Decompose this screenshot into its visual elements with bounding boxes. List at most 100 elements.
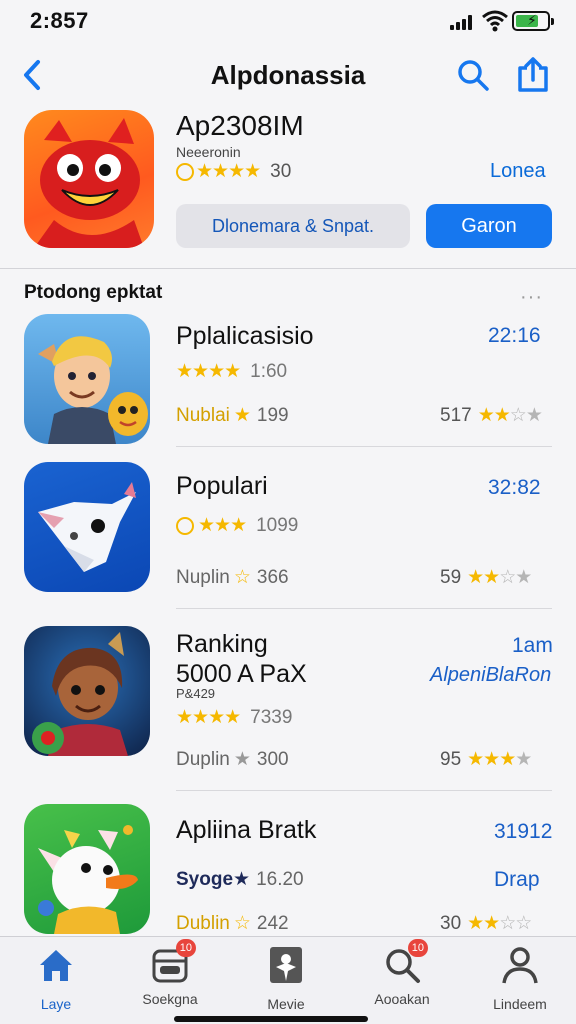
featured-app-icon[interactable] [24,110,154,248]
rating-stars: ★★★★ [196,161,261,182]
status-bar: 2:857 ⚡ [0,0,576,44]
app-time-4: 31912 [494,820,553,843]
app-rating-2: ★★★ 1099 [176,514,298,537]
side-stars-empty: ☆★ [509,405,543,426]
tab-movie[interactable]: Mevie [236,945,336,1012]
app-icon-3[interactable] [24,626,150,756]
app-time-2: 32:82 [488,476,541,499]
calendar-icon: 10 [150,939,196,985]
person-icon [502,947,538,984]
app-name-4[interactable]: Apliina Bratk [176,816,316,845]
tab-home[interactable]: Laye [6,945,106,1012]
side-value: 59 [440,566,462,588]
app-side-rating-2: 59 ★★☆★ [440,566,532,589]
tab-profile[interactable]: Lindeem [470,945,570,1012]
notification-badge: 10 [407,939,428,957]
side-value: 95 [440,748,462,770]
app-meta-top-4: Syoge ★ 16.20 [176,868,304,891]
row-divider [176,608,552,609]
app-icon-1[interactable] [24,314,150,444]
star-icon: ☆ [233,913,251,934]
rating-stars: ★★★★ [176,361,241,382]
wifi-icon [482,10,508,32]
side-stars-filled: ★★ [467,913,500,934]
app-link-3[interactable]: AlpeniBlaRon [430,664,551,687]
rating-count: 30 [270,160,292,182]
star-icon: ★ [233,869,251,890]
more-icon[interactable]: ··· [520,286,543,309]
cellular-signal-icon [450,14,476,30]
nav-bar: Alpdonassia [0,50,576,100]
app-extra-3: 5000 A PaX [176,660,307,688]
side-stars-filled: ★★ [477,405,511,426]
app-name-3[interactable]: Ranking [176,630,268,659]
get-button[interactable]: Garon [426,204,552,248]
star-icon: ★ [233,749,251,770]
rating-count: 7339 [250,706,293,728]
meta-label: Duplin [176,748,230,770]
home-indicator[interactable] [174,1016,368,1022]
meta-value: 300 [256,748,289,770]
meta-value: 16.20 [256,868,304,890]
tab-label: Mevie [267,996,305,1012]
app-side-rating-1: 517 ★★☆★ [440,404,543,427]
meta-value: 242 [256,912,289,934]
app-time-3: 1am [512,634,553,657]
featured-app-link[interactable]: Lonea [490,160,546,183]
tab-bar: Laye 10 Soekgna Mevie 10 Aooakan Lindeem [0,936,576,1024]
rating-count: 1:60 [250,360,288,382]
app-meta-3: Duplin ★ 300 [176,748,289,771]
app-side-rating-4: 30 ★★☆☆ [440,912,532,935]
side-value: 30 [440,912,462,934]
side-stars-filled: ★★ [467,567,500,588]
app-icon-2[interactable] [24,462,150,592]
coin-icon [176,516,194,535]
tab-account[interactable]: 10 Aooakan [352,939,452,1007]
meta-label: Nublai [176,404,230,426]
star-icon: ★ [233,405,251,426]
tab-search[interactable]: 10 Soekgna [120,939,220,1007]
row-divider [176,790,552,791]
app-extra2-3: P&429 [176,686,216,701]
share-icon[interactable] [515,56,551,94]
app-rating-1: ★★★★ 1:60 [176,360,287,383]
poster-icon [270,947,302,983]
row-divider [176,446,552,447]
meta-label: Syoge [176,868,234,890]
status-time: 2:857 [30,8,89,33]
app-meta-4: Dublin ☆ 242 [176,912,289,935]
notification-badge: 10 [175,939,196,957]
app-link-4[interactable]: Drap [494,868,540,892]
coin-icon [176,162,194,181]
meta-label: Nuplin [176,566,230,588]
app-rating-3: ★★★★ 7339 [176,706,292,729]
meta-value: 366 [256,566,289,588]
secondary-action-button[interactable]: Dlonemara & Snpat. [176,204,410,248]
app-name-2[interactable]: Populari [176,472,268,501]
featured-app-title: Ap2308IM [176,110,304,141]
featured-app-subtitle: Neeeronin [176,144,241,160]
app-icon-4[interactable] [24,804,150,934]
star-icon: ☆ [233,567,251,588]
tab-label: Lindeem [493,996,547,1012]
rating-stars: ★★★ [198,515,247,536]
search-icon[interactable] [456,58,490,92]
rating-stars: ★★★★ [176,707,241,728]
meta-label: Dublin [176,912,230,934]
app-side-rating-3: 95 ★★★★ [440,748,532,771]
app-meta-2: Nuplin ☆ 366 [176,566,289,589]
section-title: Ptodong epktat [24,282,163,303]
side-stars-empty: ★ [515,749,532,770]
side-stars-empty: ☆☆ [499,913,532,934]
meta-value: 199 [256,404,289,426]
rating-count: 1099 [256,514,299,536]
app-name-1[interactable]: Pplalicasisio [176,322,314,351]
tab-label: Aooakan [374,991,430,1007]
battery-icon: ⚡ [512,11,554,31]
tab-label: Laye [40,996,72,1012]
house-icon [40,950,72,981]
section-divider [0,268,576,269]
app-time-1: 22:16 [488,324,541,347]
search-icon: 10 [382,939,428,985]
side-value: 517 [440,404,472,426]
